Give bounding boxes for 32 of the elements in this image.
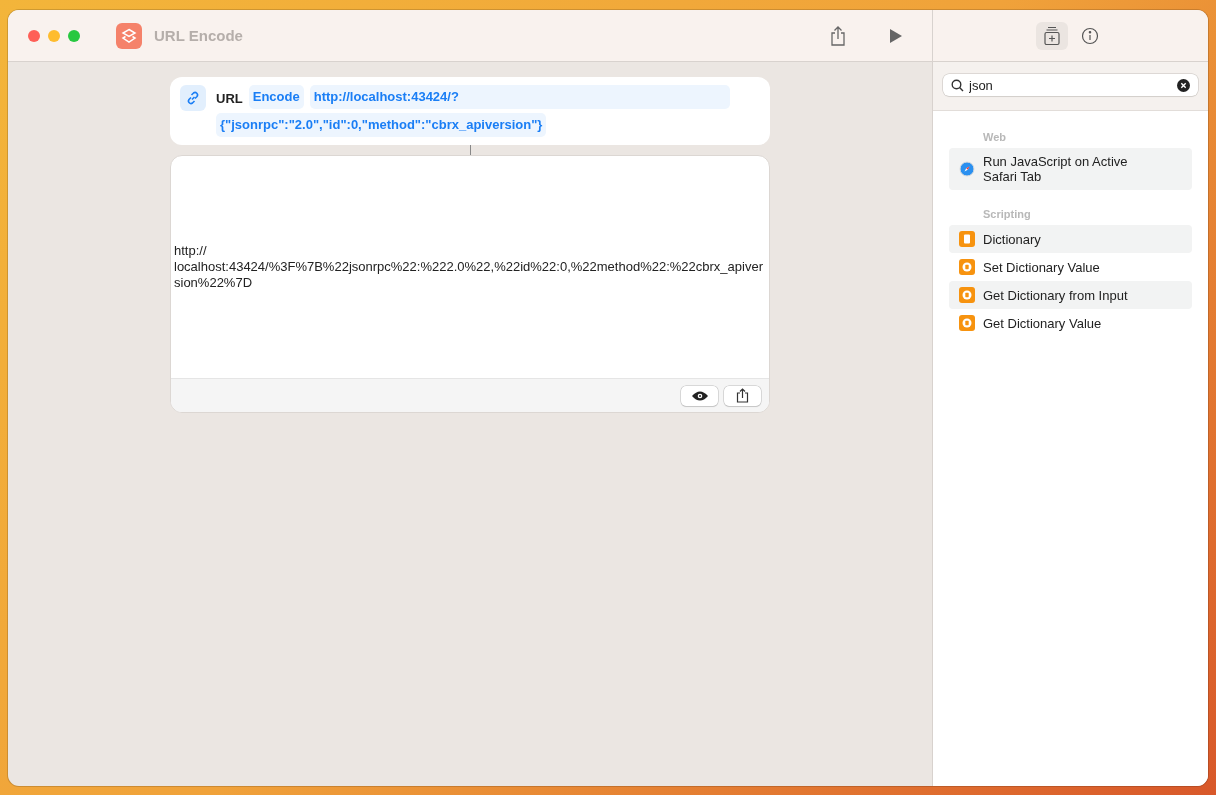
info-icon — [1080, 26, 1099, 45]
share-icon — [736, 388, 749, 403]
link-icon — [180, 85, 206, 111]
clear-icon[interactable] — [1177, 78, 1190, 92]
share-icon — [830, 25, 846, 46]
eye-icon — [690, 389, 709, 402]
window-title: URL Encode — [154, 27, 243, 44]
book-icon — [959, 231, 975, 247]
action-card[interactable]: URL Encode http://localhost:43424/? {"jsonrpc":"2.0","id":0,"method":"cbrx_apiversion"} — [170, 77, 770, 145]
play-icon — [889, 27, 903, 44]
preview-button[interactable] — [681, 385, 718, 406]
book-badge-icon — [959, 287, 975, 303]
section-heading: Scripting — [982, 208, 1032, 220]
search-field[interactable]: json — [943, 74, 1198, 96]
action-item[interactable]: Run JavaScript on Active Safari Tab — [949, 148, 1192, 190]
action-item[interactable]: Set Dictionary Value — [949, 253, 1192, 281]
book-badge-icon — [959, 315, 975, 331]
compass-icon — [959, 161, 975, 177]
book-badge-icon — [959, 259, 975, 275]
close-button[interactable] — [28, 29, 40, 42]
library-button[interactable] — [1035, 21, 1068, 50]
search-icon — [951, 78, 964, 92]
action-item[interactable]: Get Dictionary Value — [949, 309, 1192, 337]
action-item[interactable]: Dictionary — [949, 225, 1192, 253]
stack-plus-icon — [1042, 25, 1061, 46]
action-label: URL — [216, 89, 243, 108]
operation-token[interactable]: Encode — [248, 85, 304, 109]
section-heading: Web — [982, 131, 1008, 143]
layers-icon — [116, 22, 142, 49]
share-button[interactable] — [724, 385, 761, 406]
result-text: http:// localhost:43424/%3F%7B%22jsonrpc%22:%222.0%22,%22id%22:0,%22method%22:%22cbrx_apiversion%22%7D — [174, 243, 764, 291]
action-item[interactable]: Get Dictionary from Input — [949, 281, 1192, 309]
